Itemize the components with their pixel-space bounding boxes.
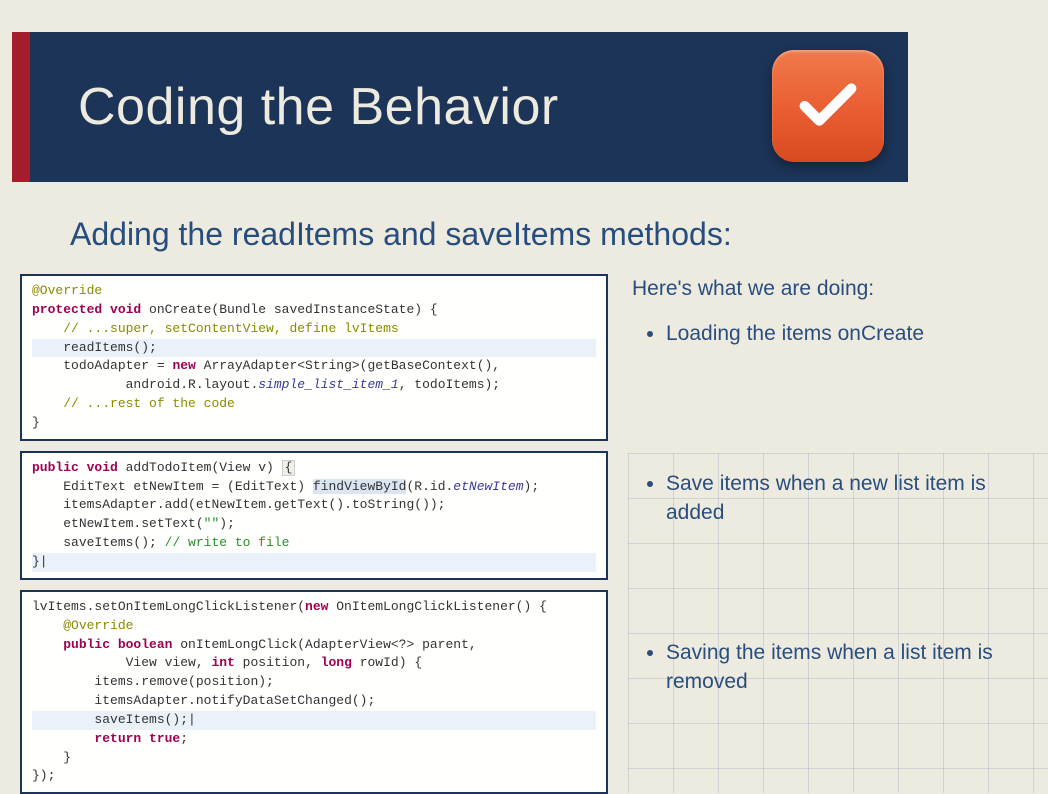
slide-content: @Override protected void onCreate(Bundle…	[20, 274, 1028, 794]
header-accent-bar	[12, 32, 30, 182]
list-item: Loading the items onCreate	[666, 319, 1028, 348]
slide-subtitle: Adding the readItems and saveItems metho…	[70, 216, 732, 253]
code-column: @Override protected void onCreate(Bundle…	[20, 274, 608, 794]
slide-header: Coding the Behavior	[12, 32, 908, 182]
explanation-column: Here's what we are doing: Loading the it…	[632, 274, 1028, 794]
checkmark-app-icon	[772, 50, 884, 162]
explanation-intro: Here's what we are doing:	[632, 274, 1028, 303]
code-block-addtodo: public void addTodoItem(View v) { EditTe…	[20, 451, 608, 580]
list-item: Saving the items when a list item is rem…	[666, 638, 1028, 697]
code-block-longclick: lvItems.setOnItemLongClickListener(new O…	[20, 590, 608, 794]
list-item: Save items when a new list item is added	[666, 469, 1028, 528]
explanation-list: Loading the items onCreate Save items wh…	[632, 319, 1028, 696]
code-block-oncreate: @Override protected void onCreate(Bundle…	[20, 274, 608, 441]
checkmark-icon	[793, 71, 863, 141]
slide-title: Coding the Behavior	[30, 77, 559, 137]
